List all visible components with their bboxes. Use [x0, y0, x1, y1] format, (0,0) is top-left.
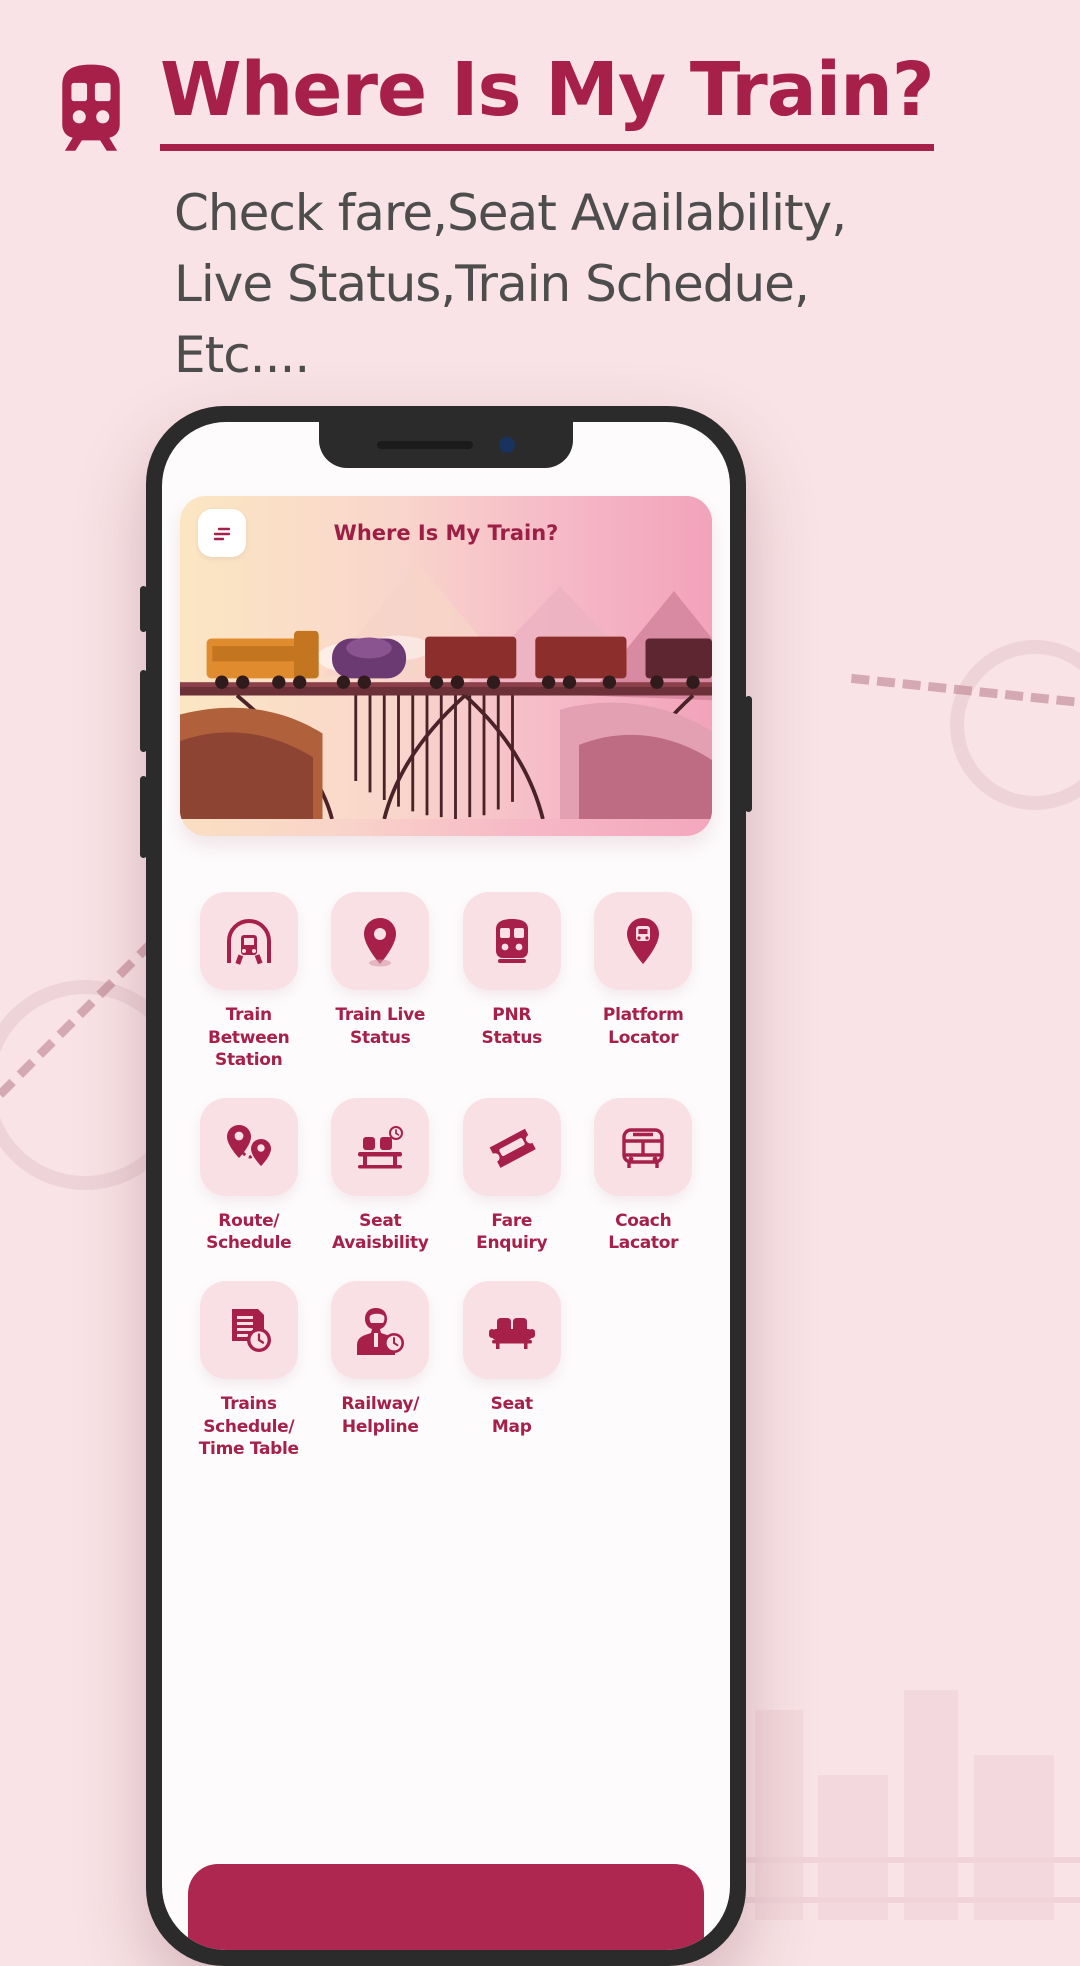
train-front-icon: [62, 64, 120, 151]
page-title: Where Is My Train?: [160, 51, 935, 151]
train-tunnel-icon[interactable]: [199, 892, 298, 990]
grid-item-train-live-status[interactable]: Train Live Status: [318, 892, 444, 1072]
grid-label: Seat Avaisbility: [331, 1210, 429, 1254]
banner-topbar: Where Is My Train?: [180, 496, 712, 570]
subtitle-line-3: Etc....: [174, 326, 310, 384]
grid-label: Fare Enquiry: [476, 1210, 548, 1254]
app-content: Where Is My Train? Train Between Station…: [162, 422, 730, 1950]
grid-label: Coach Lacator: [608, 1210, 679, 1254]
grid-item-fare-enquiry[interactable]: Fare Enquiry: [449, 1097, 575, 1255]
grid-item-railway-helpline[interactable]: Railway/ Helpline: [318, 1281, 444, 1461]
grid-item-coach-locator[interactable]: Coach Lacator: [581, 1097, 707, 1255]
platform-pin-icon[interactable]: [594, 892, 693, 990]
grid-item-seat-availability[interactable]: Seat Avaisbility: [318, 1097, 444, 1255]
hero-banner: Where Is My Train?: [180, 496, 712, 836]
volume-down-button[interactable]: [140, 776, 147, 858]
grid-label: Railway/ Helpline: [341, 1394, 420, 1437]
support-agent-icon[interactable]: [331, 1281, 430, 1380]
route-pins-icon[interactable]: [199, 1097, 298, 1196]
sofa-seat-icon[interactable]: [462, 1281, 561, 1380]
location-pin-icon[interactable]: [331, 892, 430, 990]
grid-label: Train Live Status: [335, 1005, 426, 1048]
front-camera-icon: [499, 437, 515, 453]
grid-item-pnr-status[interactable]: PNR Status: [449, 892, 575, 1072]
grid-label: Route/ Schedule: [206, 1210, 292, 1254]
grid-label: Trains Schedule/ Time Table: [198, 1394, 299, 1460]
phone-notch: [319, 422, 573, 468]
grid-label: PNR Status: [481, 1005, 543, 1048]
power-button[interactable]: [745, 696, 752, 812]
speaker-grille-icon: [377, 441, 473, 449]
promo-subtitle: Check fare,Seat Availability, Live Statu…: [174, 178, 1014, 391]
promo-headline: Where Is My Train?: [48, 51, 1038, 156]
ticket-icon[interactable]: [462, 1097, 561, 1196]
grid-item-trains-schedule[interactable]: Trains Schedule/ Time Table: [186, 1281, 312, 1461]
subtitle-line-2: Live Status,Train Schedue,: [174, 255, 810, 313]
subtitle-line-1: Check fare,Seat Availability,: [174, 184, 847, 242]
seats-table-icon[interactable]: [331, 1097, 430, 1196]
phone-screen: Where Is My Train? Train Between Station…: [162, 422, 730, 1950]
coach-bus-icon[interactable]: [594, 1097, 693, 1196]
hamburger-menu-glyph: [213, 527, 231, 541]
grid-item-route-schedule[interactable]: Route/ Schedule: [186, 1097, 312, 1255]
train-front-icon[interactable]: [462, 892, 561, 990]
schedule-clock-icon[interactable]: [199, 1281, 298, 1380]
grid-item-platform-locator[interactable]: Platform Locator: [581, 892, 707, 1072]
grid-label: Seat Map: [490, 1394, 533, 1437]
grid-label: Train Between Station: [208, 1005, 290, 1071]
decor-circle-right: [950, 640, 1080, 810]
grid-item-train-between-station[interactable]: Train Between Station: [186, 892, 312, 1072]
grid-label: Platform Locator: [602, 1005, 684, 1048]
silent-switch[interactable]: [140, 586, 147, 632]
banner-title: Where Is My Train?: [333, 521, 559, 545]
grid-item-seat-map[interactable]: Seat Map: [449, 1281, 575, 1461]
bottom-action-bar[interactable]: [188, 1864, 704, 1950]
phone-mockup: Where Is My Train? Train Between Station…: [140, 406, 752, 1966]
volume-up-button[interactable]: [140, 670, 147, 752]
hamburger-menu-icon[interactable]: [198, 509, 246, 557]
feature-grid: Train Between Station Train Live Status …: [180, 892, 712, 1461]
